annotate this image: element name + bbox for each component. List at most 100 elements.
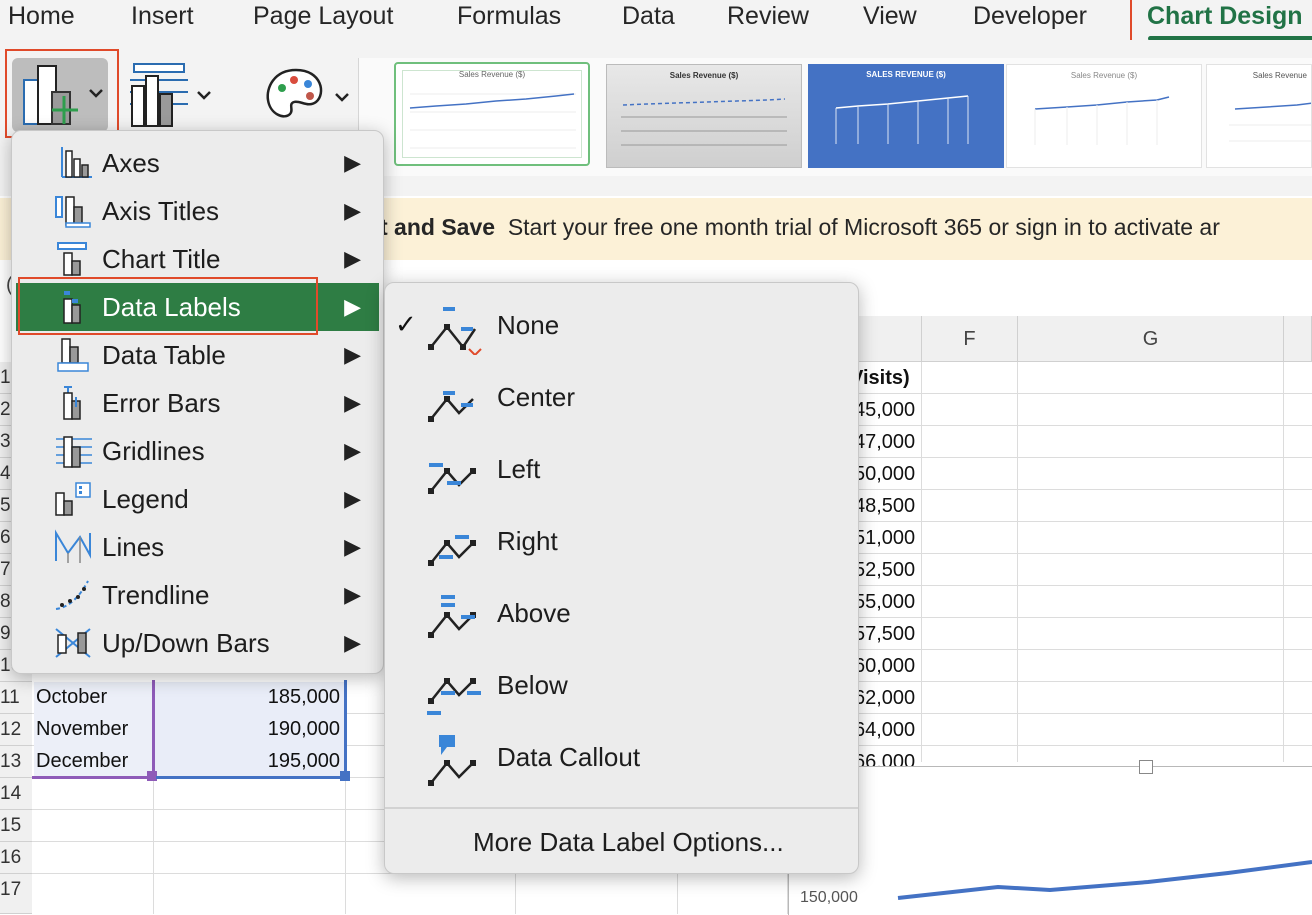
quick-layout-button[interactable] bbox=[126, 62, 216, 132]
column-header-f[interactable]: F bbox=[922, 316, 1018, 362]
tab-home[interactable]: Home bbox=[8, 2, 75, 31]
checkmark-icon: ✓ bbox=[395, 309, 417, 339]
column-header-g[interactable]: G bbox=[1018, 316, 1284, 362]
range-border-blue bbox=[344, 680, 347, 778]
menu-item-label: Axes bbox=[102, 148, 160, 178]
grid-line bbox=[848, 489, 1312, 490]
data-label-option-label: None bbox=[497, 310, 560, 340]
menu-item-label: Up/Down Bars bbox=[102, 628, 270, 658]
more-data-label-options[interactable]: More Data Label Options... bbox=[473, 827, 784, 858]
row-header[interactable]: 14 bbox=[0, 778, 32, 810]
grid-line bbox=[1017, 362, 1018, 762]
grid-line bbox=[848, 521, 1312, 522]
axes-icon bbox=[61, 147, 92, 178]
column-header-h[interactable] bbox=[1284, 316, 1312, 362]
visits-value-cell[interactable]: 55,000 bbox=[854, 591, 915, 614]
cell-month[interactable]: November bbox=[36, 718, 128, 741]
data-label-none-icon bbox=[428, 307, 482, 355]
menu-item-axis-titles[interactable]: Axis Titles ▶ bbox=[16, 187, 379, 235]
column-header-e[interactable] bbox=[848, 316, 922, 362]
visits-value-cell[interactable]: 62,000 bbox=[854, 687, 915, 710]
banner-body-text: Start your free one month trial of Micro… bbox=[507, 214, 1220, 240]
row-header[interactable]: 12 bbox=[0, 714, 32, 746]
data-labels-highlight-box bbox=[18, 277, 318, 335]
chart-style-5[interactable]: Sales Revenue bbox=[1206, 64, 1312, 168]
data-label-option-center[interactable]: Center bbox=[385, 361, 858, 433]
submenu-arrow-icon: ▶ bbox=[344, 150, 361, 175]
visits-value-cell[interactable]: 48,500 bbox=[854, 495, 915, 518]
row-header[interactable]: 16 bbox=[0, 842, 32, 874]
data-label-option-above[interactable]: Above bbox=[385, 577, 858, 649]
ribbon-tab-bar: Home Insert Page Layout Formulas Data Re… bbox=[0, 0, 1312, 64]
up-down-bars-icon bbox=[55, 628, 91, 658]
grid-line bbox=[921, 362, 922, 762]
tab-developer[interactable]: Developer bbox=[973, 2, 1087, 31]
row-header[interactable]: 17 bbox=[0, 874, 32, 914]
cell-month[interactable]: December bbox=[36, 750, 128, 773]
palette-icon bbox=[266, 68, 349, 118]
lines-icon bbox=[55, 529, 91, 563]
data-label-option-label: Above bbox=[497, 598, 571, 628]
chart-style-1[interactable]: Sales Revenue ($) bbox=[394, 62, 590, 166]
submenu-arrow-icon: ▶ bbox=[344, 486, 361, 511]
menu-item-axes[interactable]: Axes ▶ bbox=[16, 139, 379, 187]
data-label-option-none[interactable]: ✓ None bbox=[385, 289, 858, 361]
banner-bold-text: t and Save bbox=[380, 214, 496, 240]
data-label-option-label: Left bbox=[497, 454, 541, 484]
menu-item-error-bars[interactable]: Error Bars ▶ bbox=[16, 379, 379, 427]
menu-item-trendline[interactable]: Trendline ▶ bbox=[16, 571, 379, 619]
gridlines-icon bbox=[56, 436, 92, 468]
visits-value-cell[interactable]: 60,000 bbox=[854, 655, 915, 678]
chart-style-2[interactable]: Sales Revenue ($) bbox=[606, 64, 802, 168]
visits-value-cell[interactable]: 45,000 bbox=[854, 399, 915, 422]
grid-line bbox=[848, 425, 1312, 426]
tab-page-layout[interactable]: Page Layout bbox=[253, 2, 393, 31]
visits-value-cell[interactable]: 47,000 bbox=[854, 431, 915, 454]
visits-value-cell[interactable]: 64,000 bbox=[854, 719, 915, 742]
visits-value-cell[interactable]: 51,000 bbox=[854, 527, 915, 550]
data-label-option-below[interactable]: Below bbox=[385, 649, 858, 721]
data-label-option-label: Center bbox=[497, 382, 576, 412]
menu-item-label: Error Bars bbox=[102, 388, 221, 418]
data-label-below-icon bbox=[427, 678, 481, 715]
range-border-blue bbox=[156, 776, 346, 779]
grid-line bbox=[848, 617, 1312, 618]
row-header[interactable]: 11 bbox=[0, 682, 32, 714]
visits-value-cell[interactable]: 50,000 bbox=[854, 463, 915, 486]
change-colors-button[interactable] bbox=[260, 64, 356, 128]
chart-style-4[interactable]: Sales Revenue ($) bbox=[1006, 64, 1202, 168]
cell-value[interactable]: 190,000 bbox=[160, 718, 340, 741]
data-label-above-icon bbox=[428, 595, 476, 638]
chart-style-3[interactable]: SALES REVENUE ($) bbox=[808, 64, 1004, 168]
data-label-option-data-callout[interactable]: Data Callout bbox=[385, 721, 858, 793]
menu-item-lines[interactable]: Lines ▶ bbox=[16, 523, 379, 571]
submenu-arrow-icon: ▶ bbox=[344, 390, 361, 415]
cell-value[interactable]: 185,000 bbox=[160, 686, 340, 709]
tab-view[interactable]: View bbox=[863, 2, 917, 31]
range-handle[interactable] bbox=[340, 771, 350, 781]
tab-formulas[interactable]: Formulas bbox=[457, 2, 561, 31]
data-label-option-label: Below bbox=[497, 670, 568, 700]
data-label-option-left[interactable]: Left bbox=[385, 433, 858, 505]
menu-item-gridlines[interactable]: Gridlines ▶ bbox=[16, 427, 379, 475]
menu-item-legend[interactable]: Legend ▶ bbox=[16, 475, 379, 523]
tab-insert[interactable]: Insert bbox=[131, 2, 194, 31]
menu-item-label: Legend bbox=[102, 484, 189, 514]
visits-value-cell[interactable]: 52,500 bbox=[854, 559, 915, 582]
cell-value[interactable]: 195,000 bbox=[160, 750, 340, 773]
data-label-right-icon bbox=[428, 535, 476, 566]
data-label-option-label: Right bbox=[497, 526, 558, 556]
menu-item-label: Chart Title bbox=[102, 244, 221, 274]
row-header[interactable]: 13 bbox=[0, 746, 32, 778]
data-label-option-right[interactable]: Right bbox=[385, 505, 858, 577]
cell-month[interactable]: October bbox=[36, 686, 107, 709]
tab-review[interactable]: Review bbox=[727, 2, 809, 31]
menu-item-chart-title[interactable]: Chart Title ▶ bbox=[16, 235, 379, 283]
menu-item-up-down-bars[interactable]: Up/Down Bars ▶ bbox=[16, 619, 379, 667]
row-header[interactable]: 15 bbox=[0, 810, 32, 842]
data-label-option-label: Data Callout bbox=[497, 742, 641, 772]
chart-style-2-preview bbox=[621, 98, 787, 146]
menu-item-data-table[interactable]: Data Table ▶ bbox=[16, 331, 379, 379]
visits-value-cell[interactable]: 57,500 bbox=[854, 623, 915, 646]
tab-data[interactable]: Data bbox=[622, 2, 675, 31]
